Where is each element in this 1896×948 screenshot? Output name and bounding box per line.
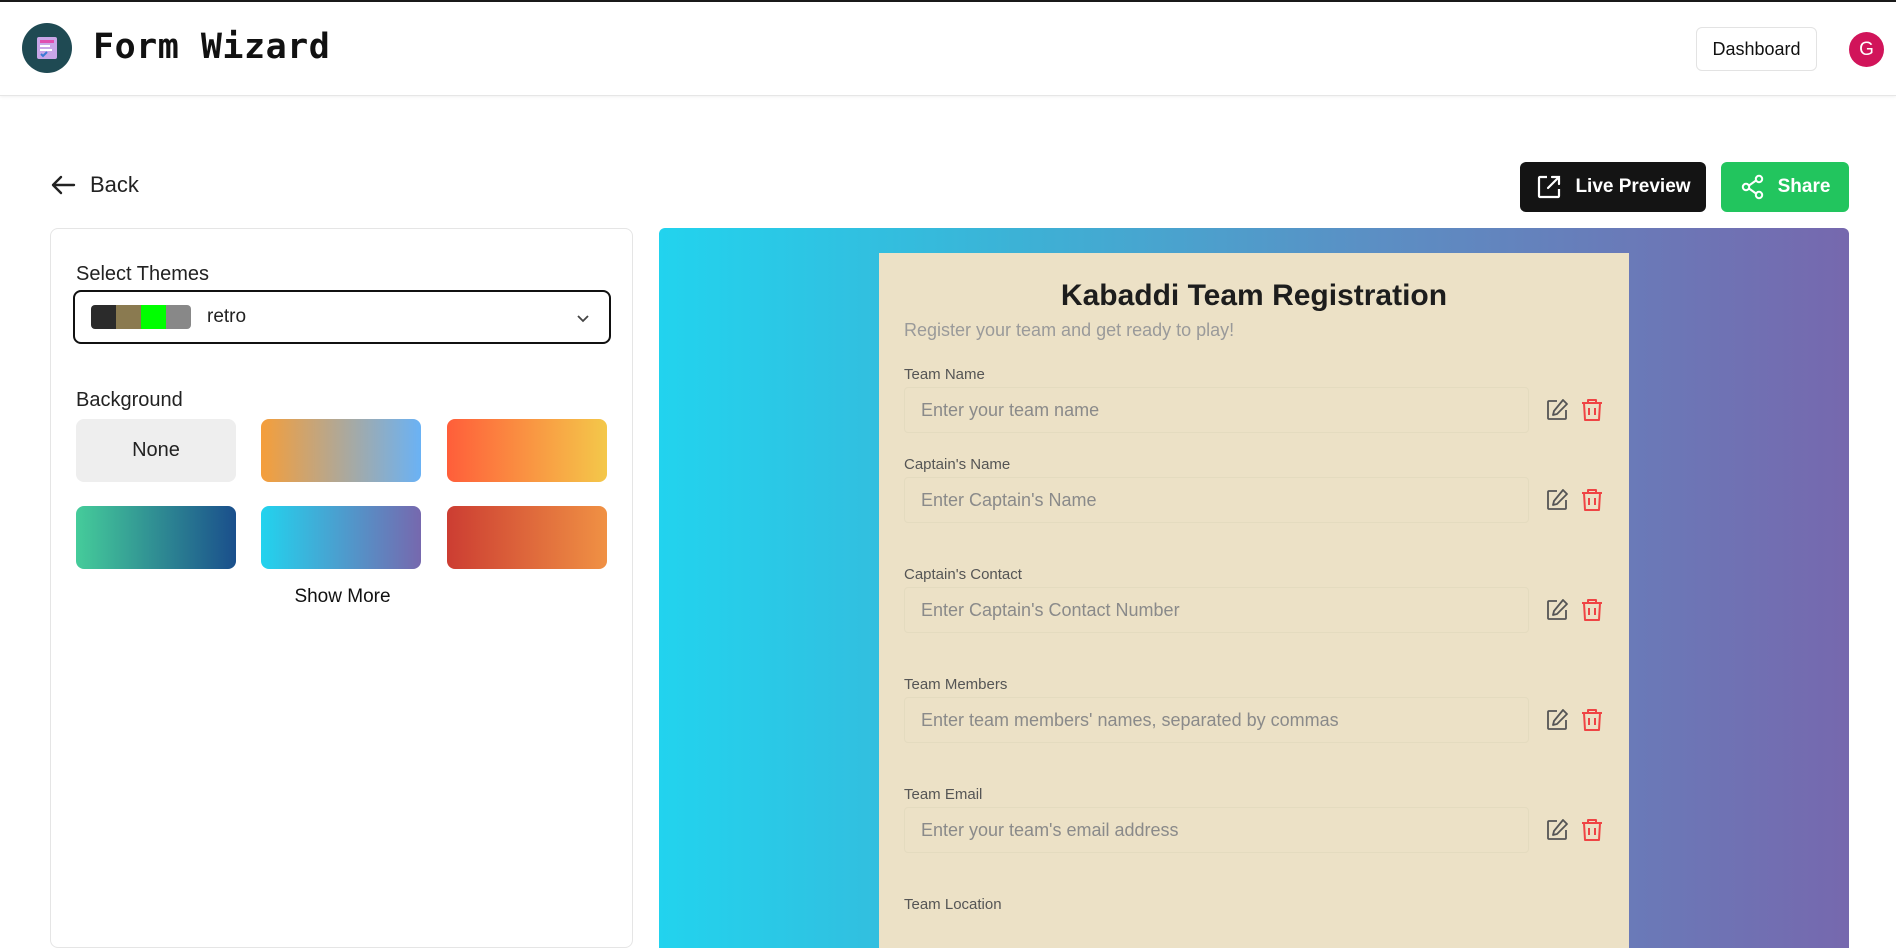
chevron-down-icon [577,315,589,323]
field-label: Team Email [904,786,983,803]
field-label: Captain's Contact [904,566,1022,583]
background-orange-yellow[interactable] [447,419,607,482]
trash-icon[interactable] [1579,597,1605,623]
trash-icon[interactable] [1579,707,1605,733]
background-green-navy[interactable] [76,506,236,569]
background-orange-blue[interactable] [261,419,421,482]
theme-swatches [91,305,191,329]
back-link[interactable]: Back [50,172,139,198]
background-none[interactable]: None [76,419,236,482]
trash-icon[interactable] [1579,397,1605,423]
captain-contact-input[interactable]: Enter Captain's Contact Number [904,587,1529,633]
captain-name-input[interactable]: Enter Captain's Name [904,477,1529,523]
arrow-left-icon [51,175,76,195]
field-label: Captain's Name [904,456,1011,473]
field-label: Team Name [904,366,985,383]
share-label: Share [1777,176,1831,197]
team-name-input[interactable]: Enter your team name [904,387,1529,433]
background-cyan-purple[interactable] [261,506,421,569]
theme-select[interactable]: retro [73,290,611,344]
background-label: Background [76,389,183,411]
form-logo-icon[interactable] [22,23,72,73]
background-red-orange[interactable] [447,506,607,569]
app-title: Form Wizard [93,27,331,67]
team-email-input[interactable]: Enter your team's email address [904,807,1529,853]
live-preview-label: Live Preview [1575,176,1691,197]
select-themes-label: Select Themes [76,263,210,285]
edit-icon[interactable] [1544,597,1570,623]
trash-icon[interactable] [1579,817,1605,843]
edit-icon[interactable] [1544,397,1570,423]
field-label: Team Members [904,676,1008,693]
form-preview: Kabaddi Team Registration Register your … [659,228,1849,948]
edit-icon[interactable] [1544,707,1570,733]
selected-theme: retro [207,306,247,327]
share-icon [1741,174,1763,200]
edit-icon[interactable] [1544,817,1570,843]
form-title: Kabaddi Team Registration [1060,279,1448,312]
top-header: Form Wizard Dashboard G [0,2,1896,96]
form-subtitle: Register your team and get ready to play… [904,320,1235,340]
live-preview-button[interactable]: Live Preview [1520,162,1706,212]
form-card: Kabaddi Team Registration Register your … [879,253,1629,948]
back-label: Back [90,172,139,197]
trash-icon[interactable] [1579,487,1605,513]
external-link-icon [1538,175,1561,199]
share-button[interactable]: Share [1721,162,1849,212]
avatar[interactable]: G [1849,32,1884,67]
show-more-button[interactable]: Show More [51,586,634,608]
theme-panel: Select Themes retro Background None Show… [50,228,633,948]
dashboard-button[interactable]: Dashboard [1696,27,1817,71]
field-label: Team Location [904,896,1002,913]
edit-icon[interactable] [1544,487,1570,513]
team-members-input[interactable]: Enter team members' names, separated by … [904,697,1529,743]
